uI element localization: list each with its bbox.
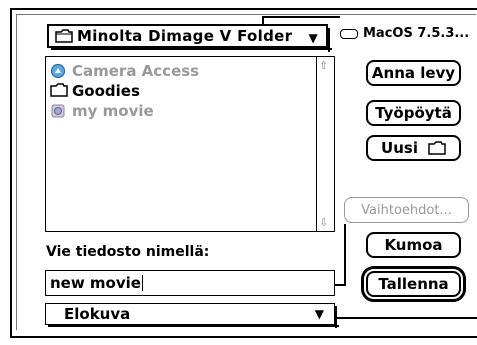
save-dialog: Minolta Dimage V Folder ▼ MacOS 7.5.3...… <box>0 0 477 345</box>
dialog-border-top <box>10 8 477 10</box>
popup-shadow <box>48 325 339 327</box>
save-prompt-label: Vie tiedosto nimellä: <box>46 244 210 260</box>
dialog-border-left <box>10 8 12 338</box>
folder-icon <box>50 83 68 99</box>
file-name: Camera Access <box>72 62 200 80</box>
desktop-button-label: Työpöytä <box>375 104 452 122</box>
dialog-inner-border-left <box>16 14 17 330</box>
cancel-button-label: Kumoa <box>384 236 443 254</box>
list-item[interactable]: Goodies <box>50 81 140 101</box>
folder-popup[interactable]: Minolta Dimage V Folder ▼ <box>47 24 332 52</box>
file-name: Goodies <box>72 82 140 100</box>
scrollbar[interactable]: ⇧ ⇩ <box>316 57 334 231</box>
volume-indicator: MacOS 7.5.3... <box>340 26 469 41</box>
text-cursor <box>141 275 143 291</box>
new-folder-button[interactable]: Uusi <box>366 135 461 161</box>
folder-popup-label: Minolta Dimage V Folder <box>77 27 293 45</box>
options-button-label: Vaihtoehdot... <box>361 202 452 218</box>
eject-button-label: Anna levy <box>371 64 456 82</box>
chevron-down-icon: ▼ <box>308 31 318 45</box>
list-item[interactable]: Camera Access <box>50 61 199 81</box>
options-button: Vaihtoehdot... <box>344 197 469 223</box>
format-popup[interactable]: Elokuva ▼ <box>45 303 339 328</box>
connector-line <box>334 284 346 286</box>
cancel-button[interactable]: Kumoa <box>366 232 461 258</box>
scroll-up-icon[interactable]: ⇧ <box>319 59 328 72</box>
connector-line <box>337 317 477 319</box>
list-item[interactable]: my movie <box>50 101 154 121</box>
popup-shadow <box>51 48 332 50</box>
new-folder-button-label: Uusi <box>381 139 418 157</box>
save-button-label: Tallenna <box>378 275 449 293</box>
format-popup-label: Elokuva <box>64 305 131 323</box>
filename-value: new movie <box>50 274 141 292</box>
dialog-inner-border-top <box>16 14 476 15</box>
save-button[interactable]: Tallenna <box>361 266 466 302</box>
connector-line <box>344 224 346 286</box>
folder-icon <box>55 29 73 43</box>
eject-button[interactable]: Anna levy <box>366 60 461 86</box>
volume-label: MacOS 7.5.3... <box>363 26 470 41</box>
desktop-button[interactable]: Työpöytä <box>366 100 461 126</box>
scroll-down-icon[interactable]: ⇩ <box>319 216 328 229</box>
camera-access-icon <box>50 63 68 79</box>
folder-icon <box>428 141 446 155</box>
file-name: my movie <box>72 102 154 120</box>
connector-line <box>262 16 340 18</box>
movie-file-icon <box>50 103 68 119</box>
filename-field[interactable]: new movie <box>45 270 335 296</box>
file-list[interactable]: Camera Access Goodies my movie ⇧ ⇩ <box>45 56 335 232</box>
disk-icon <box>340 28 358 39</box>
chevron-down-icon: ▼ <box>314 307 324 321</box>
dialog-border-bottom <box>10 336 477 338</box>
